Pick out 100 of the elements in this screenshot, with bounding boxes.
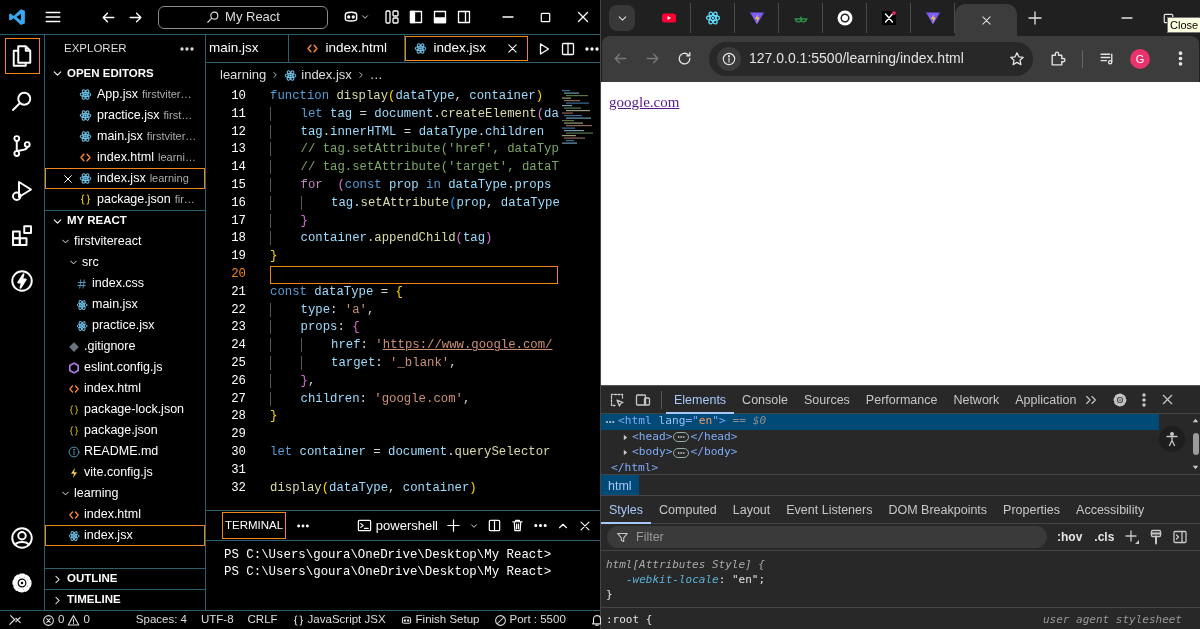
editor-tab[interactable]: index.html <box>288 35 406 62</box>
filter-toggle[interactable]: .cls <box>1092 528 1117 546</box>
tree-item[interactable]: firstvitereact <box>45 231 205 252</box>
url-text[interactable]: 127.0.0.1:5500/learning/index.html <box>749 48 1009 70</box>
code-line: tag.setAttribute(prop, dataType <box>270 194 560 213</box>
devtools-tab[interactable]: Application <box>1007 385 1085 414</box>
code-line: container.appendChild(tag) <box>270 230 560 249</box>
tree-item[interactable]: vite.config.js <box>45 462 205 483</box>
section-title: OUTLINE <box>67 571 118 587</box>
page-link[interactable]: google.com <box>609 93 680 110</box>
devtools-tab[interactable]: Console <box>734 385 796 414</box>
section-header[interactable]: TIMELINE <box>45 589 205 610</box>
panel-tab[interactable]: TERMINAL <box>222 511 287 540</box>
section-title: OPEN EDITORS <box>67 65 154 81</box>
tree-item[interactable]: src <box>45 252 205 273</box>
terminal-line: PS C:\Users\goura\OneDrive\Desktop\My React> <box>223 547 553 564</box>
line-number: 19 <box>230 248 246 266</box>
status-item[interactable]: JavaScript JSX <box>307 611 386 629</box>
styles-tab[interactable]: DOM Breakpoints <box>880 495 996 524</box>
styles-tab[interactable]: Styles <box>601 495 652 524</box>
status-item[interactable]: CRLF <box>247 611 278 629</box>
status-item[interactable]: Finish Setup <box>415 611 480 629</box>
devtools-tab[interactable]: Performance <box>857 385 946 414</box>
tree-item[interactable]: .gitignore <box>45 336 205 357</box>
styles-tab[interactable]: Computed <box>651 495 725 524</box>
section-title: TIMELINE <box>67 592 121 608</box>
line-number: 26 <box>230 372 246 390</box>
code-line: for (const prop in dataType.props <box>270 177 560 195</box>
open-editor-item[interactable]: practice.jsx first… <box>45 105 205 126</box>
open-editor-item[interactable]: package.json fir… <box>45 189 205 210</box>
dom-node-text[interactable]: <head> <box>632 428 673 446</box>
breadcrumb-item[interactable]: html <box>601 475 639 495</box>
tree-item[interactable]: package.json <box>45 420 205 441</box>
code-line: let container = document.querySelector <box>270 443 552 461</box>
tree-item[interactable]: main.jsx <box>45 294 205 315</box>
folder-name: src <box>82 254 99 272</box>
section-header[interactable]: OPEN EDITORS <box>45 63 205 84</box>
styles-tab[interactable]: Event Listeners <box>778 495 881 524</box>
line-number: 27 <box>230 390 246 408</box>
folder-name: firstvitereact <box>74 233 142 251</box>
devtools-tab[interactable]: Network <box>945 385 1008 414</box>
open-editor-item[interactable]: index.jsx learning <box>45 168 205 189</box>
open-editor-item[interactable]: main.jsx firstviter… <box>45 126 205 147</box>
profile-avatar[interactable]: G <box>1130 48 1150 69</box>
status-item[interactable]: Port : 5500 <box>509 611 566 629</box>
dom-node-text[interactable]: <body> <box>632 444 673 462</box>
tree-item[interactable]: index.html <box>45 378 205 399</box>
editor-tab[interactable]: index.jsx <box>405 36 528 61</box>
dom-node-text[interactable]: </head> <box>690 428 738 446</box>
open-editor-item[interactable]: index.html learni… <box>45 147 205 168</box>
stylesheet-source[interactable]: user agent stylesheet <box>1042 612 1182 629</box>
code-line: const dataType = { <box>270 283 404 301</box>
selected-node-row[interactable]: <html lang="en"> == $0 <box>601 414 1159 430</box>
line-number: 28 <box>230 408 246 426</box>
status-item[interactable]: Spaces: 4 <box>135 611 187 629</box>
tree-item[interactable]: eslint.config.js <box>45 357 205 378</box>
folder-hint: first… <box>163 108 193 124</box>
editor-tab[interactable]: main.jsx <box>206 35 289 62</box>
dom-node-text[interactable]: <html lang="en"> == $0 <box>618 413 767 431</box>
file-name: README.md <box>84 443 159 461</box>
status-item[interactable]: UTF-8 <box>200 611 234 629</box>
code-line: target: '_blank', <box>270 354 560 373</box>
shell-name[interactable]: powershell <box>375 515 438 536</box>
file-name: vite.config.js <box>84 464 153 482</box>
tree-item[interactable]: index.html <box>45 504 205 525</box>
styles-tab[interactable]: Properties <box>995 495 1069 524</box>
tree-item[interactable]: index.css <box>45 273 205 294</box>
line-number: 29 <box>230 426 246 444</box>
section-header[interactable]: MY REACT <box>45 210 205 231</box>
file-name: index.jsx <box>84 527 133 545</box>
line-number: 14 <box>230 159 246 177</box>
tree-item[interactable]: learning <box>45 483 205 504</box>
tree-item[interactable]: package-lock.json <box>45 399 205 420</box>
tree-item[interactable]: practice.jsx <box>45 315 205 336</box>
styles-tab[interactable]: Accessibility <box>1068 495 1153 524</box>
code-line: children: 'google.com', <box>270 390 560 409</box>
filter-toggle[interactable]: :hov <box>1055 528 1085 546</box>
terminal-line: PS C:\Users\goura\OneDrive\Desktop\My React> <box>223 564 553 581</box>
tree-item[interactable]: index.jsx <box>45 525 205 546</box>
breadcrumb-item[interactable]: … <box>369 65 383 85</box>
address-bar[interactable]: 127.0.0.1:5500/learning/index.html <box>709 41 1033 76</box>
error-count[interactable]: 0 <box>58 611 65 629</box>
breadcrumb-item[interactable]: index.jsx <box>301 65 352 85</box>
code-line: } <box>270 212 560 231</box>
dom-node-text[interactable]: </html> <box>611 459 659 477</box>
file-name: package.json <box>84 422 158 440</box>
command-center[interactable]: My React <box>158 5 328 29</box>
styles-tab[interactable]: Layout <box>724 495 779 524</box>
line-number: 31 <box>230 461 246 479</box>
code-line: } <box>270 408 279 426</box>
breadcrumb-item[interactable]: learning <box>220 65 267 85</box>
open-editor-item[interactable]: App.jsx firstviter… <box>45 84 205 105</box>
tree-item[interactable]: README.md <box>45 441 205 462</box>
section-header[interactable]: OUTLINE <box>45 568 205 589</box>
dom-node-text[interactable]: </body> <box>690 444 738 462</box>
devtools-tab[interactable]: Sources <box>796 385 858 414</box>
line-number: 17 <box>230 212 246 230</box>
folder-hint: learning <box>149 171 189 187</box>
warning-count[interactable]: 0 <box>83 611 90 629</box>
code-line: href: 'https://www.google.com/ <box>270 337 560 355</box>
